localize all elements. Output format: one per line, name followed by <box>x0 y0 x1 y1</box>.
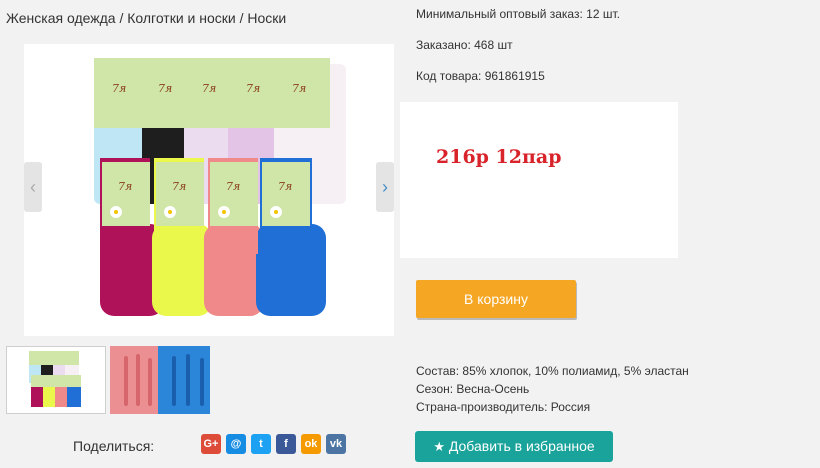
share-label: Поделиться: <box>73 438 155 454</box>
svg-text:7я: 7я <box>226 180 240 193</box>
add-to-favorites-button[interactable]: ★ Добавить в избранное <box>415 431 613 462</box>
svg-text:7я: 7я <box>158 82 172 95</box>
favorites-button-label: Добавить в избранное <box>448 438 595 454</box>
google-plus-icon[interactable]: G+ <box>201 434 221 454</box>
country-text: Страна-производитель: Россия <box>416 400 591 414</box>
thumbnail-1-image <box>29 351 81 407</box>
thumbnail-2[interactable] <box>110 346 210 414</box>
min-order-text: Минимальный оптовый заказ: 12 шт. <box>416 7 620 21</box>
star-icon: ★ <box>433 439 445 454</box>
gallery-next-button[interactable]: › <box>376 162 394 212</box>
composition-text: Состав: 85% хлопок, 10% полиамид, 5% эла… <box>416 364 689 378</box>
svg-text:7я: 7я <box>172 180 186 193</box>
svg-text:7я: 7я <box>118 180 132 193</box>
svg-text:7я: 7я <box>112 82 126 95</box>
ordered-count-text: Заказано: 468 шт <box>416 38 513 52</box>
add-to-cart-button[interactable]: В корзину <box>416 280 576 318</box>
price-box: 216р 12пар <box>400 102 678 258</box>
twitter-icon[interactable]: t <box>251 434 271 454</box>
thumbnail-2-image <box>110 346 210 414</box>
svg-text:7я: 7я <box>202 82 216 95</box>
thumbnail-1[interactable] <box>6 346 106 414</box>
socks-photo: 7я 7я 7я 7я 7я 7я 7я 7я 7я <box>94 58 346 316</box>
svg-text:7я: 7я <box>292 82 306 95</box>
price-text: 216р 12пар <box>436 146 562 168</box>
mail-icon[interactable]: @ <box>226 434 246 454</box>
odnoklassniki-icon[interactable]: ok <box>301 434 321 454</box>
vk-icon[interactable]: vk <box>326 434 346 454</box>
breadcrumb[interactable]: Женская одежда / Колготки и носки / Носк… <box>6 10 286 26</box>
facebook-icon[interactable]: f <box>276 434 296 454</box>
svg-text:7я: 7я <box>278 180 292 193</box>
product-main-image[interactable]: 7я 7я 7я 7я 7я 7я 7я 7я 7я <box>24 44 394 336</box>
gallery-prev-button[interactable]: ‹ <box>24 162 42 212</box>
season-text: Сезон: Весна-Осень <box>416 382 530 396</box>
product-properties: Состав: 85% хлопок, 10% полиамид, 5% эла… <box>416 362 689 416</box>
svg-text:7я: 7я <box>246 82 260 95</box>
sku-text: Код товара: 961861915 <box>416 69 545 83</box>
